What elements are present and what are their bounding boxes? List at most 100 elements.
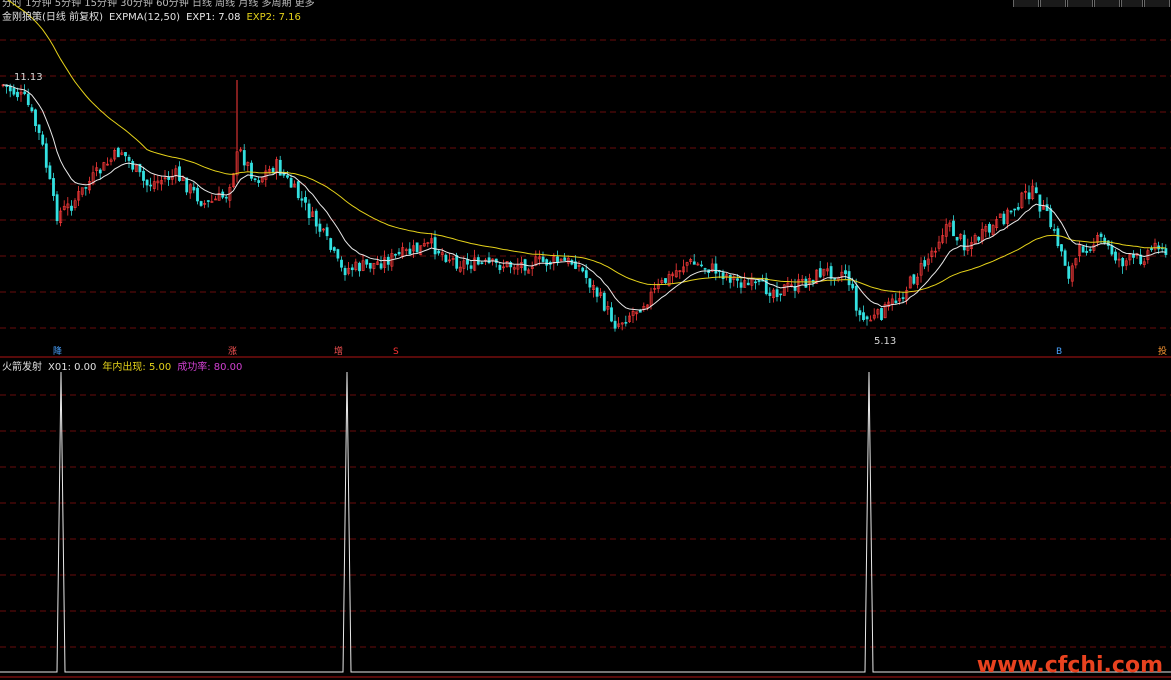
stock-title: 金刚狼策(日线 前复权): [2, 12, 103, 23]
candle-body: [286, 175, 289, 178]
candle-body: [300, 198, 304, 201]
candle-body: [736, 278, 739, 281]
candle-body: [757, 280, 761, 282]
candle-body: [48, 165, 52, 180]
candle-body: [1081, 246, 1085, 253]
candle-body: [37, 124, 41, 133]
candle-body: [23, 91, 27, 95]
candle-body: [314, 210, 318, 227]
candle-body: [304, 197, 307, 203]
candle-body: [167, 176, 171, 180]
candle-body: [804, 278, 808, 288]
candle-body: [1009, 210, 1013, 213]
candle-body: [1016, 207, 1020, 210]
candle-body: [624, 322, 628, 324]
candle-body: [116, 147, 120, 158]
signal-marker: S: [393, 347, 399, 357]
candle-body: [714, 263, 718, 274]
candle-body: [444, 254, 448, 262]
candle-body: [988, 223, 991, 233]
exp1-line: [2, 84, 1166, 311]
candle-body: [55, 194, 59, 222]
candle-body: [26, 93, 30, 106]
candle-body: [149, 184, 153, 187]
candle-body: [829, 266, 833, 279]
candle-body: [541, 256, 545, 262]
candle-body: [865, 316, 869, 320]
candle-body: [1121, 257, 1125, 267]
candle-body: [307, 203, 311, 218]
candle-body: [325, 227, 329, 237]
candle-body: [41, 134, 45, 145]
candle-body: [664, 278, 667, 283]
x01-value: X01: 0.00: [48, 362, 97, 373]
candle-body: [124, 152, 127, 157]
signal-marker: B: [1056, 347, 1062, 357]
candle-body: [588, 278, 592, 288]
candle-body: [318, 223, 322, 232]
candle-body: [1063, 250, 1067, 266]
candle-body: [1013, 208, 1017, 211]
candle-body: [862, 312, 865, 320]
candle-body: [98, 169, 102, 174]
candle-body: [545, 259, 549, 266]
candle-body: [206, 200, 210, 202]
candle-body: [257, 180, 261, 183]
candle-body: [397, 251, 401, 255]
kline-chart[interactable]: 降涨增SB投: [0, 0, 1171, 680]
candle-body: [746, 282, 750, 286]
candle-body: [775, 289, 779, 297]
candle-body: [498, 265, 502, 271]
candle-body: [1060, 244, 1063, 252]
candle-body: [1067, 266, 1071, 279]
candle-body: [44, 143, 48, 168]
candle-body: [754, 281, 757, 284]
candle-body: [271, 168, 275, 173]
candle-body: [977, 236, 981, 241]
candle-body: [581, 267, 585, 272]
success-rate-value: 成功率: 80.00: [177, 362, 243, 373]
candle-body: [329, 238, 333, 250]
candle-body: [901, 297, 905, 299]
high-price-label: 11.13: [14, 72, 43, 83]
year-count-value: 年内出现: 5.00: [102, 362, 172, 373]
candle-body: [1110, 245, 1114, 255]
watermark: www.cfchi.com: [976, 653, 1163, 678]
candle-body: [332, 247, 336, 251]
candle-body: [880, 308, 883, 320]
candle-body: [721, 272, 725, 280]
candle-body: [84, 187, 88, 189]
candle-body: [340, 259, 343, 268]
candle-body: [437, 250, 441, 254]
candle-body: [415, 242, 419, 253]
candle-body: [563, 257, 567, 261]
candle-body: [480, 262, 484, 265]
candle-body: [224, 196, 228, 199]
sub-indicator-name[interactable]: 火箭发射: [2, 362, 42, 373]
candle-body: [379, 263, 383, 269]
indicator-name[interactable]: EXPMA(12,50): [109, 12, 180, 23]
candle-body: [923, 260, 927, 267]
candle-body: [350, 267, 354, 271]
candle-body: [358, 262, 361, 272]
candle-body: [1034, 187, 1038, 194]
candle-body: [196, 187, 199, 202]
candle-body: [728, 275, 732, 283]
candle-body: [602, 292, 606, 311]
candle-body: [70, 205, 73, 211]
candle-body: [692, 261, 696, 265]
candle-body: [844, 270, 847, 275]
candle-body: [894, 300, 898, 303]
candle-body: [145, 179, 149, 186]
candle-body: [289, 178, 293, 188]
candle-body: [433, 237, 437, 255]
candle-body: [595, 287, 599, 297]
exp1-value: EXP1: 7.08: [186, 12, 241, 23]
candle-body: [854, 285, 858, 311]
candle-body: [12, 88, 16, 95]
candle-body: [487, 257, 491, 264]
candle-body: [142, 170, 145, 181]
candle-body: [779, 293, 783, 296]
candle-body: [242, 150, 246, 166]
candle-body: [1099, 233, 1103, 237]
